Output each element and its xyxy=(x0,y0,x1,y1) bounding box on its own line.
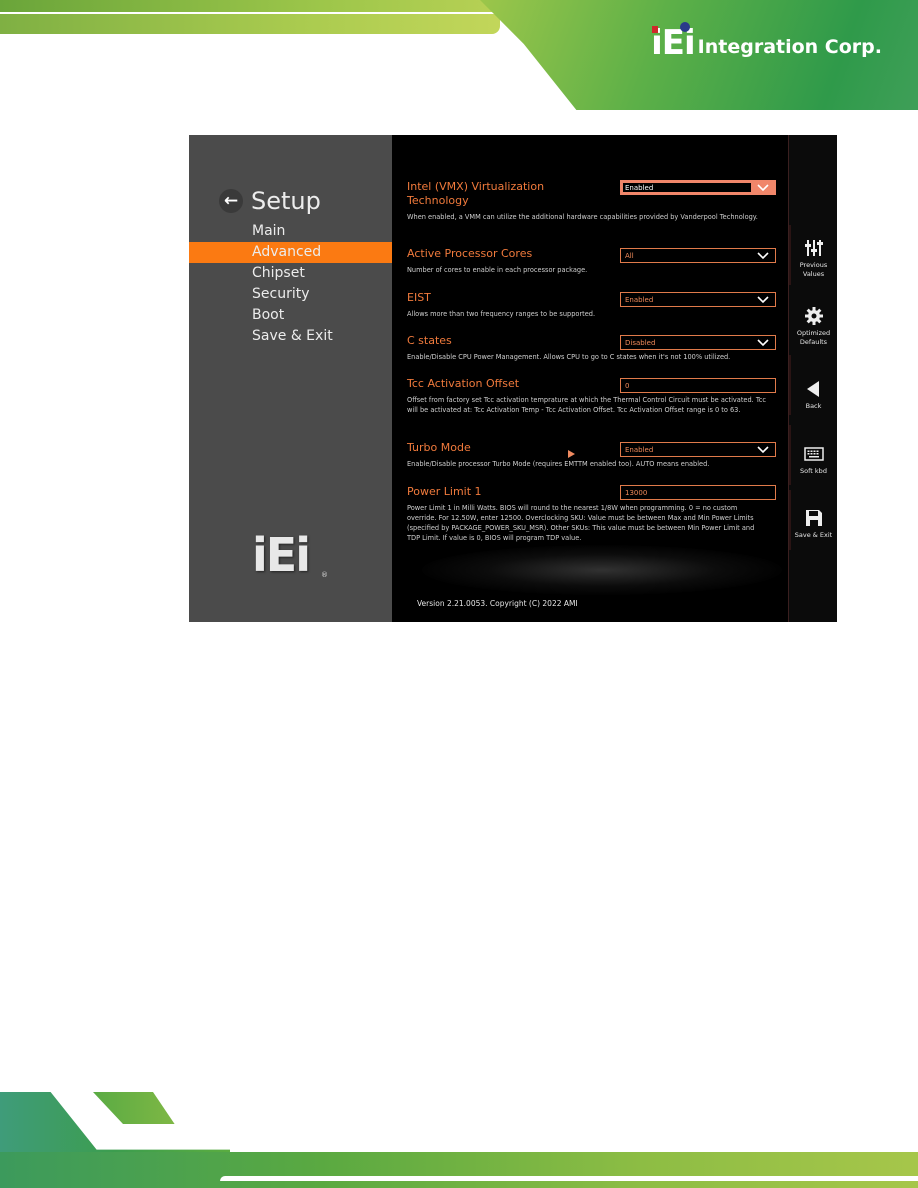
setting-description: Enable/Disable CPU Power Management. All… xyxy=(407,353,731,361)
turbo-mode-dropdown[interactable]: Enabled xyxy=(620,442,776,457)
setting-label: Intel (VMX) Virtualization Technology xyxy=(407,180,545,207)
settings-content: Intel (VMX) Virtualization Technology Wh… xyxy=(392,135,788,622)
setting-description: Power Limit 1 in Milli Watts. BIOS will … xyxy=(407,504,755,542)
registered-mark: ® xyxy=(321,571,328,579)
iei-panel-logo: iEi ® xyxy=(252,525,328,585)
banner-band xyxy=(0,1152,918,1188)
decorative-glow xyxy=(422,545,782,595)
toolbar-label: Optimized Defaults xyxy=(796,329,831,346)
setting-description: Offset from factory set Tcc activation t… xyxy=(407,396,767,414)
power-limit-1-input[interactable]: 13000 xyxy=(620,485,776,500)
menu-item-chipset[interactable]: Chipset xyxy=(189,263,392,284)
setting-tcc-activation-offset: Tcc Activation Offset Offset from factor… xyxy=(407,377,776,415)
brand-logo-text: Integration Corp. xyxy=(697,36,882,58)
bottom-banner xyxy=(0,1070,918,1188)
banner-band xyxy=(93,1092,175,1124)
keyboard-icon xyxy=(803,447,824,461)
dropdown-value: Enabled xyxy=(625,184,654,192)
save-exit-button[interactable]: Save & Exit xyxy=(789,508,837,540)
chevron-down-icon xyxy=(757,446,769,454)
setting-description: Allows more than two frequency ranges to… xyxy=(407,310,596,318)
active-processor-cores-dropdown[interactable]: All xyxy=(620,248,776,263)
gear-icon xyxy=(804,307,823,325)
top-banner: iEi Integration Corp. xyxy=(0,0,918,110)
menu-item-advanced[interactable]: Advanced xyxy=(189,242,392,263)
right-toolbar: Previous Values Optimized Defaults Back xyxy=(788,135,837,622)
input-value: 13000 xyxy=(625,489,648,497)
optimized-defaults-button[interactable]: Optimized Defaults xyxy=(789,306,837,347)
logo-red-mark xyxy=(652,26,659,33)
setting-eist: EIST Allows more than two frequency rang… xyxy=(407,291,776,319)
version-text: Version 2.21.0053. Copyright (C) 2022 AM… xyxy=(417,599,578,608)
toolbar-label: Back xyxy=(805,402,822,410)
back-arrow-icon[interactable]: ← xyxy=(219,189,243,213)
navigation-panel: ← Setup Main Advanced Chipset Security B… xyxy=(189,135,392,622)
banner-stripe xyxy=(220,1176,918,1181)
setting-active-processor-cores: Active Processor Cores Number of cores t… xyxy=(407,247,776,275)
setting-power-limit-1: Power Limit 1 Power Limit 1 in Milli Wat… xyxy=(407,485,776,543)
menu-item-security[interactable]: Security xyxy=(189,284,392,305)
setting-description: When enabled, a VMM can utilize the addi… xyxy=(407,213,758,221)
dropdown-value: Disabled xyxy=(625,339,656,347)
dropdown-value: Enabled xyxy=(625,296,654,304)
toolbar-label: Previous Values xyxy=(799,261,828,278)
chevron-down-icon xyxy=(757,296,769,304)
previous-values-button[interactable]: Previous Values xyxy=(789,238,837,279)
chevron-down-icon xyxy=(757,339,769,347)
setting-vmx: Intel (VMX) Virtualization Technology Wh… xyxy=(407,180,776,222)
setting-description: Enable/Disable processor Turbo Mode (req… xyxy=(407,460,710,468)
floppy-disk-icon xyxy=(805,510,822,526)
chevron-down-icon xyxy=(757,252,769,260)
setup-title: Setup xyxy=(251,187,321,215)
setup-header: ← Setup xyxy=(219,187,321,215)
setting-turbo-mode: Turbo Mode Enable/Disable processor Turb… xyxy=(407,441,776,469)
menu-item-main[interactable]: Main xyxy=(189,221,392,242)
mouse-cursor-icon xyxy=(568,450,575,458)
toolbar-label: Save & Exit xyxy=(794,531,833,539)
banner-band xyxy=(0,14,500,34)
panel-logo-letters: iEi xyxy=(252,528,311,582)
back-button[interactable]: Back xyxy=(789,379,837,411)
tcc-activation-offset-input[interactable]: 0 xyxy=(620,378,776,393)
brand-logo: iEi Integration Corp. xyxy=(651,22,882,60)
menu-item-save-exit[interactable]: Save & Exit xyxy=(189,326,392,347)
eist-dropdown[interactable]: Enabled xyxy=(620,292,776,307)
dropdown-value: Enabled xyxy=(625,446,654,454)
soft-keyboard-button[interactable]: Soft kbd xyxy=(789,444,837,476)
sliders-icon xyxy=(804,240,823,256)
toolbar-label: Soft kbd xyxy=(800,467,827,475)
back-triangle-icon xyxy=(806,381,819,397)
input-value: 0 xyxy=(625,382,630,390)
bios-setup-screen: ← Setup Main Advanced Chipset Security B… xyxy=(189,135,837,622)
menu-item-boot[interactable]: Boot xyxy=(189,305,392,326)
setup-menu: Main Advanced Chipset Security Boot Save… xyxy=(189,221,392,347)
setting-description: Number of cores to enable in each proces… xyxy=(407,266,588,274)
dropdown-value: All xyxy=(625,252,634,260)
chevron-down-icon xyxy=(757,184,769,192)
setting-c-states: C states Enable/Disable CPU Power Manage… xyxy=(407,334,776,362)
vmx-dropdown[interactable]: Enabled xyxy=(620,180,776,195)
c-states-dropdown[interactable]: Disabled xyxy=(620,335,776,350)
